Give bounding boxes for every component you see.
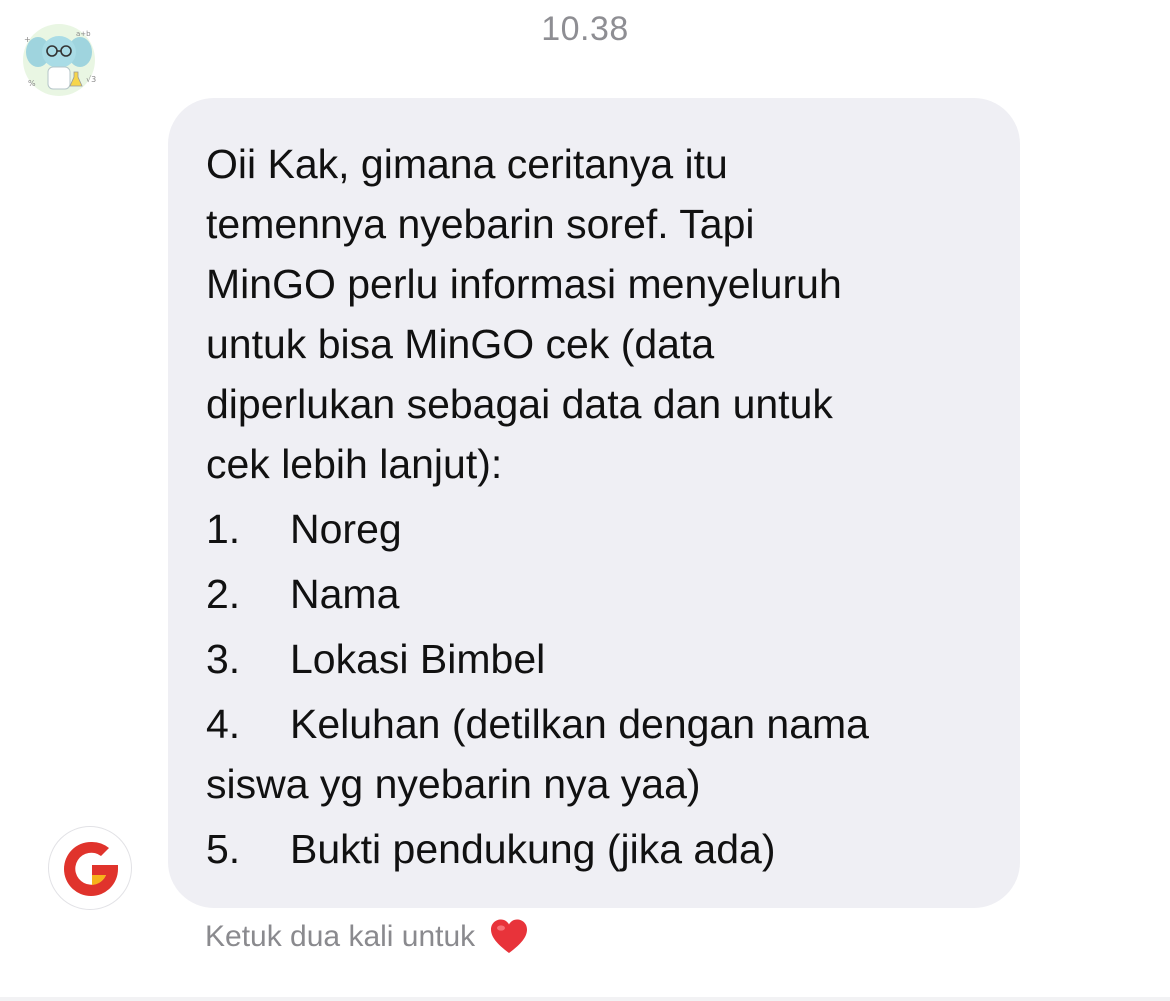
sender-avatar[interactable]: [48, 826, 132, 910]
list-item: 1. Noreg: [206, 499, 990, 559]
list-item-text: Noreg: [290, 506, 402, 552]
svg-text:a+b: a+b: [76, 30, 91, 38]
list-item-text: siswa yg nyebarin nya yaa): [206, 761, 701, 807]
hint-text: Ketuk dua kali untuk: [205, 920, 476, 953]
list-item-text: Bukti pendukung (jika ada): [290, 826, 776, 872]
list-item: 3. Lokasi Bimbel: [206, 629, 990, 689]
list-item-continuation: siswa yg nyebarin nya yaa): [206, 754, 990, 814]
list-item-number: 2.: [206, 571, 241, 617]
elephant-sticker-icon[interactable]: + √3 % a+b: [16, 22, 102, 98]
svg-text:+: +: [24, 35, 31, 44]
list-item-number: 4.: [206, 701, 241, 747]
svg-text:√3: √3: [86, 75, 96, 84]
list-item-number: 5.: [206, 826, 241, 872]
message-bubble[interactable]: Oii Kak, gimana ceritanya itu temennya n…: [168, 98, 1020, 908]
g-logo-icon: [64, 841, 118, 896]
list-item-text: Lokasi Bimbel: [290, 636, 546, 682]
divider: [0, 997, 1170, 1001]
message-intro-text: Oii Kak, gimana ceritanya itu temennya n…: [206, 141, 842, 487]
list-item: 2. Nama: [206, 564, 990, 624]
list-item-text: Keluhan (detilkan dengan nama: [290, 701, 869, 747]
list-item: 5. Bukti pendukung (jika ada): [206, 819, 990, 879]
double-tap-hint: Ketuk dua kali untuk: [205, 918, 529, 956]
list-item-number: 1.: [206, 506, 241, 552]
list-item-number: 3.: [206, 636, 241, 682]
message-timestamp: 10.38: [541, 10, 629, 48]
list-item: 4. Keluhan (detilkan dengan nama: [206, 694, 990, 754]
list-item-text: Nama: [290, 571, 400, 617]
svg-text:%: %: [28, 79, 36, 88]
message-requirements-list: 1. Noreg 2. Nama 3. Lokasi Bimbel 4. Keluhan…: [206, 499, 990, 879]
heart-icon[interactable]: [489, 918, 529, 956]
